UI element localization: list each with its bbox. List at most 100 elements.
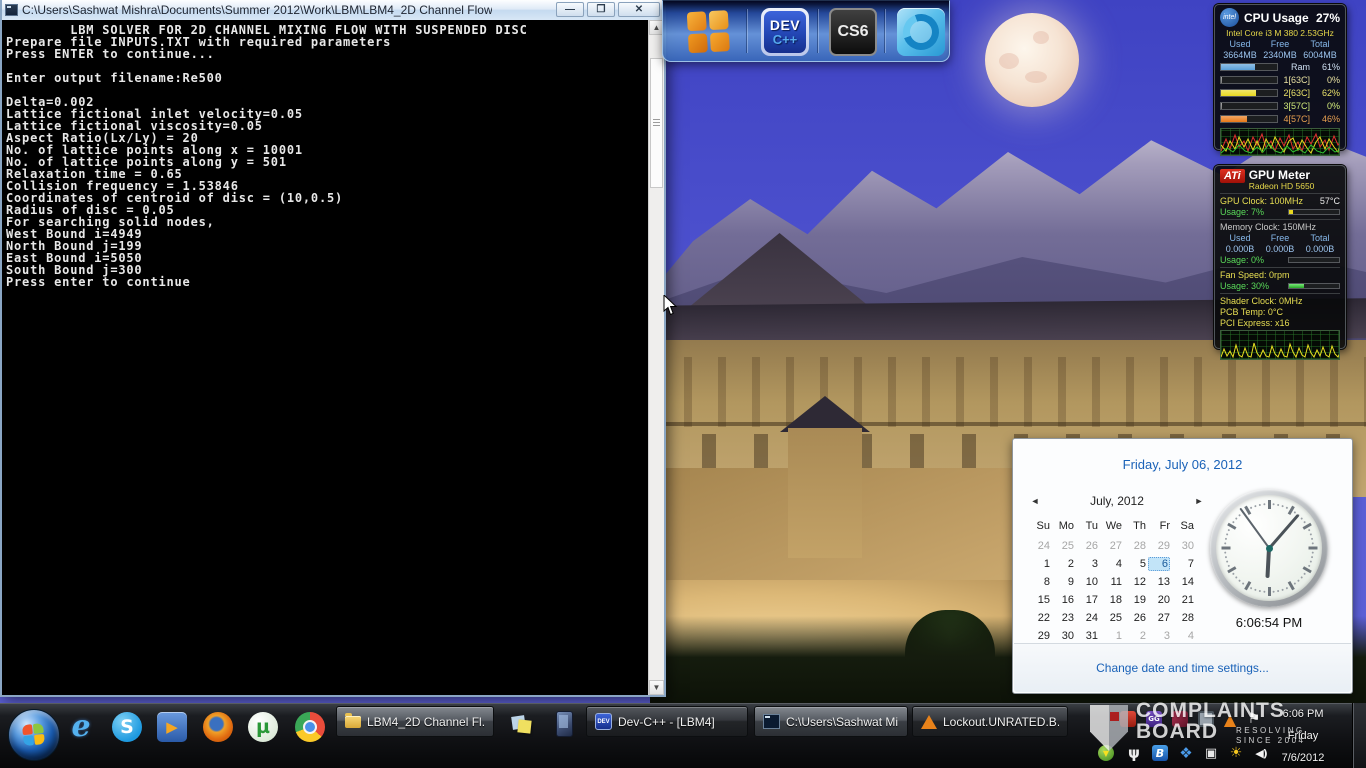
clock-day: Friday bbox=[1272, 730, 1334, 742]
chrome-icon[interactable] bbox=[295, 712, 325, 742]
calendar-day[interactable]: 29 bbox=[1147, 539, 1171, 554]
calendar-day[interactable]: 3 bbox=[1075, 557, 1099, 572]
start-button[interactable] bbox=[8, 709, 60, 761]
clock-tick bbox=[1250, 587, 1253, 590]
taskbar-button-devcpp[interactable]: DEVDev-C++ - [LBM4] bbox=[586, 706, 748, 737]
calendar-day[interactable]: 17 bbox=[1075, 593, 1099, 608]
cs6-icon[interactable]: CS6 bbox=[829, 8, 877, 56]
calendar-month-label[interactable]: July, 2012 bbox=[1043, 494, 1191, 508]
restore-button[interactable]: ❐ bbox=[587, 2, 615, 17]
calendar-day[interactable]: 25 bbox=[1051, 539, 1075, 554]
next-month-arrow-icon[interactable]: ► bbox=[1191, 496, 1207, 506]
tray-red-app-icon[interactable] bbox=[1120, 711, 1136, 727]
calendar-day[interactable]: 14 bbox=[1171, 575, 1195, 590]
desktop: C:\Users\Sashwat Mishra\Documents\Summer… bbox=[0, 0, 1366, 768]
calendar-day[interactable]: 5 bbox=[1123, 557, 1147, 572]
tray-flag-icon[interactable]: ⚑ bbox=[1246, 711, 1262, 727]
clock-tick bbox=[1303, 521, 1306, 524]
show-desktop-button[interactable] bbox=[1352, 703, 1366, 768]
calendar-day[interactable]: 11 bbox=[1099, 575, 1123, 590]
change-date-time-settings-link[interactable]: Change date and time settings... bbox=[1096, 661, 1269, 675]
tray-dropbox-icon[interactable]: ❖ bbox=[1178, 745, 1194, 761]
calendar-day[interactable]: 4 bbox=[1099, 557, 1123, 572]
firefox-icon[interactable] bbox=[203, 712, 233, 742]
office-2010-icon[interactable] bbox=[684, 7, 741, 64]
tray-bluetooth-icon[interactable]: B bbox=[1152, 745, 1168, 761]
utorrent-icon[interactable]: µ bbox=[248, 712, 278, 742]
minimize-button[interactable]: — bbox=[556, 2, 584, 17]
memory-headers: UsedFreeTotal bbox=[1220, 39, 1340, 49]
tray-monitor-icon[interactable] bbox=[1198, 711, 1214, 727]
tray-brightness-icon[interactable]: ☀ bbox=[1228, 745, 1244, 761]
clock-tick bbox=[1268, 587, 1271, 596]
calendar-day[interactable]: 8 bbox=[1027, 575, 1051, 590]
calendar-day[interactable]: 25 bbox=[1099, 611, 1123, 626]
tray-volume-icon[interactable]: ◀) bbox=[1253, 745, 1269, 761]
calendar-day[interactable]: 19 bbox=[1123, 593, 1147, 608]
console-scrollbar[interactable]: ▲ ▼ bbox=[648, 20, 664, 695]
calendar-day[interactable]: 24 bbox=[1027, 539, 1051, 554]
internet-explorer-icon[interactable]: e bbox=[66, 712, 96, 742]
skype-icon[interactable]: S bbox=[112, 712, 142, 742]
calendar-day[interactable]: 29 bbox=[1027, 629, 1051, 644]
calendar-day[interactable]: 27 bbox=[1147, 611, 1171, 626]
calendar-day[interactable]: 7 bbox=[1171, 557, 1195, 572]
fan-speed: Fan Speed: 0rpm bbox=[1220, 270, 1290, 280]
calendar-day[interactable]: 20 bbox=[1147, 593, 1171, 608]
calendar-day-selected[interactable]: 6 bbox=[1148, 557, 1170, 571]
calendar-day[interactable]: 1 bbox=[1027, 557, 1051, 572]
calendar-day[interactable]: 4 bbox=[1171, 629, 1195, 644]
calendar-day[interactable]: 26 bbox=[1123, 611, 1147, 626]
tray-idm-icon[interactable]: ▼ bbox=[1098, 745, 1114, 761]
dev-cpp-icon-text2: C++ bbox=[773, 33, 798, 46]
calendar-day[interactable]: 30 bbox=[1051, 629, 1075, 644]
calendar-day[interactable]: 12 bbox=[1123, 575, 1147, 590]
media-player-icon[interactable]: ▶ bbox=[157, 712, 187, 742]
calendar-day[interactable]: 3 bbox=[1147, 629, 1171, 644]
calendar-day[interactable]: 30 bbox=[1171, 539, 1195, 554]
clock-tick bbox=[1224, 542, 1226, 544]
calendar-day[interactable]: 15 bbox=[1027, 593, 1051, 608]
tray-vlc-icon[interactable]: ▲ bbox=[1222, 711, 1238, 727]
clock-tick bbox=[1235, 517, 1238, 520]
prev-month-arrow-icon[interactable]: ◄ bbox=[1027, 496, 1043, 506]
calendar-day[interactable]: 28 bbox=[1123, 539, 1147, 554]
calendar-day[interactable]: 27 bbox=[1099, 539, 1123, 554]
taskbar-button-vlc[interactable]: Lockout.UNRATED.B... bbox=[912, 706, 1068, 737]
scrollbar-thumb[interactable] bbox=[650, 58, 663, 188]
calendar-day[interactable]: 26 bbox=[1075, 539, 1099, 554]
scroll-down-arrow-icon[interactable]: ▼ bbox=[649, 680, 664, 695]
calendar-day[interactable]: 10 bbox=[1075, 575, 1099, 590]
calendar-day[interactable]: 31 bbox=[1075, 629, 1099, 644]
sticky-notes-icon[interactable] bbox=[512, 714, 532, 734]
calendar-day[interactable]: 1 bbox=[1099, 629, 1123, 644]
console-output-area[interactable]: LBM SOLVER FOR 2D CHANNEL MIXING FLOW WI… bbox=[2, 20, 648, 695]
console-titlebar[interactable]: C:\Users\Sashwat Mishra\Documents\Summer… bbox=[2, 0, 664, 21]
tray-wireless-icon[interactable]: ψ bbox=[1126, 745, 1142, 761]
taskbar-clock[interactable]: 6:06 PM Friday 7/6/2012 bbox=[1272, 706, 1334, 766]
taskbar-button-console[interactable]: C:\Users\Sashwat Mi... bbox=[754, 706, 908, 737]
tray-purple-app-icon[interactable]: GG bbox=[1146, 711, 1162, 727]
calendar-day[interactable]: 24 bbox=[1075, 611, 1099, 626]
calendar-day[interactable]: 2 bbox=[1051, 557, 1075, 572]
calendar-day[interactable]: 9 bbox=[1051, 575, 1075, 590]
calendar-day[interactable]: 2 bbox=[1123, 629, 1147, 644]
clock-tick bbox=[1308, 565, 1311, 568]
blue-ring-app-icon[interactable] bbox=[897, 8, 945, 56]
close-button[interactable]: ✕ bbox=[618, 2, 660, 17]
clock-tick bbox=[1242, 582, 1245, 585]
calendar-day[interactable]: 13 bbox=[1147, 575, 1171, 590]
calendar-day[interactable]: 22 bbox=[1027, 611, 1051, 626]
calendar-day[interactable]: 28 bbox=[1171, 611, 1195, 626]
taskbar-button-folder[interactable]: LBM4_2D Channel Fl... bbox=[336, 706, 494, 737]
dev-cpp-icon[interactable]: DEV C++ bbox=[761, 8, 809, 56]
tray-maroon-app-icon[interactable] bbox=[1172, 711, 1188, 727]
calendar-day[interactable]: 23 bbox=[1051, 611, 1075, 626]
cpu-usage-gadget[interactable]: intel CPU Usage 27% Intel Core i3 M 380 … bbox=[1214, 4, 1346, 150]
calendar-day[interactable]: 16 bbox=[1051, 593, 1075, 608]
calendar-day[interactable]: 21 bbox=[1171, 593, 1195, 608]
calendar-day[interactable]: 18 bbox=[1099, 593, 1123, 608]
tray-clipboard-icon[interactable]: ▣ bbox=[1203, 745, 1219, 761]
phone-app-icon[interactable] bbox=[556, 711, 573, 737]
gpu-meter-gadget[interactable]: ATi GPU Meter Radeon HD 5650 GPU Clock: … bbox=[1214, 165, 1346, 349]
